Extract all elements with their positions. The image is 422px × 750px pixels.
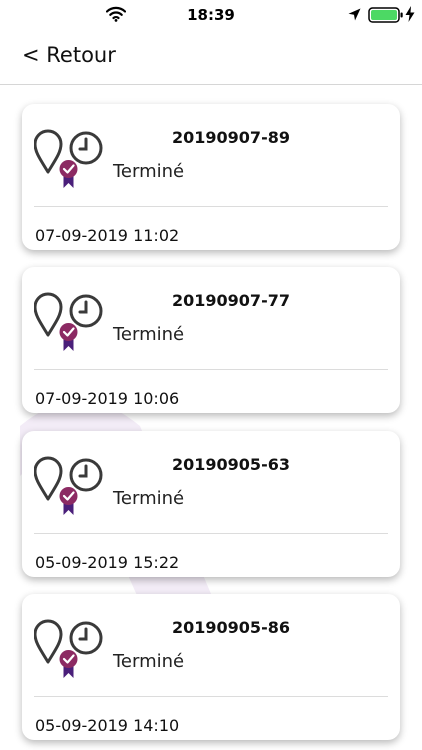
location-arrow-icon	[348, 8, 361, 21]
order-card[interactable]: 20190907-89 Terminé 07-09-2019 11:02	[22, 104, 400, 250]
location-time-badge-icon	[34, 456, 103, 515]
order-number: 20190905-63	[172, 455, 290, 474]
card-divider	[34, 206, 388, 207]
card-divider	[34, 696, 388, 697]
location-time-badge-icon	[34, 292, 103, 351]
battery-icon	[368, 7, 403, 23]
charging-bolt-icon	[405, 6, 415, 22]
order-number: 20190907-77	[172, 291, 290, 310]
status-bar: 18:39	[0, 0, 422, 30]
order-date: 05-09-2019 15:22	[35, 553, 180, 572]
card-divider	[34, 533, 388, 534]
navigation-bar: < Retour	[0, 30, 422, 85]
order-list[interactable]: 20190907-89 Terminé 07-09-2019 11:02 201…	[0, 86, 422, 750]
back-button[interactable]: < Retour	[22, 43, 116, 67]
order-date: 07-09-2019 10:06	[35, 389, 180, 408]
order-status: Terminé	[113, 161, 185, 182]
order-status: Terminé	[113, 324, 185, 345]
order-date: 07-09-2019 11:02	[35, 226, 180, 245]
card-divider	[34, 369, 388, 370]
order-card[interactable]: 20190905-63 Terminé 05-09-2019 15:22	[22, 431, 400, 577]
order-number: 20190905-86	[172, 618, 290, 637]
order-date: 05-09-2019 14:10	[35, 716, 180, 735]
order-card[interactable]: 20190907-77 Terminé 07-09-2019 10:06	[22, 267, 400, 413]
order-status: Terminé	[113, 488, 185, 509]
order-number: 20190907-89	[172, 128, 290, 147]
location-time-badge-icon	[34, 129, 103, 188]
location-time-badge-icon	[34, 619, 103, 678]
order-status: Terminé	[113, 651, 185, 672]
order-card[interactable]: 20190905-86 Terminé 05-09-2019 14:10	[22, 594, 400, 740]
